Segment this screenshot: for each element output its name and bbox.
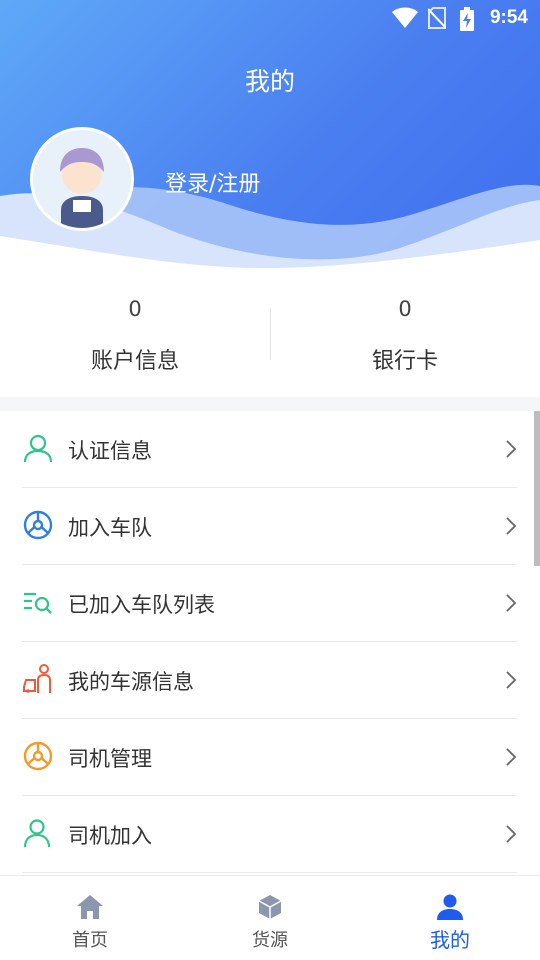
menu-item-driver-join[interactable]: 司机加入: [22, 796, 517, 873]
no-sim-icon: [428, 7, 446, 29]
menu-item-label: 认证信息: [68, 439, 152, 463]
login-register-link[interactable]: 登录/注册: [165, 166, 260, 198]
status-time: 9:54: [489, 7, 528, 28]
menu-item-label: 司机加入: [68, 824, 152, 848]
bank-card-value: 0: [398, 297, 412, 321]
bottom-tab-bar: 首页 货源 我的: [0, 875, 540, 960]
menu-item-join-fleet[interactable]: 加入车队: [22, 488, 517, 565]
tab-mine-label: 我的: [430, 928, 470, 952]
tab-cargo-source[interactable]: 货源: [180, 876, 360, 960]
list-search-icon: [24, 592, 52, 614]
user-verify-icon: [23, 434, 53, 463]
chevron-right-icon: [506, 517, 517, 535]
default-avatar-icon: [33, 130, 131, 228]
account-info-value: 0: [128, 297, 142, 321]
tab-mine[interactable]: 我的: [360, 876, 540, 960]
menu-item-label: 我的车源信息: [68, 670, 194, 694]
tab-home-label: 首页: [72, 930, 108, 951]
chevron-right-icon: [506, 748, 517, 766]
menu-item-verification[interactable]: 认证信息: [22, 411, 517, 488]
menu-item-joined-fleets[interactable]: 已加入车队列表: [22, 565, 517, 642]
bank-card-label: 银行卡: [371, 349, 438, 374]
package-icon: [258, 895, 282, 919]
steering-wheel-icon: [23, 510, 53, 540]
stats-panel: 0 账户信息 0 银行卡: [0, 270, 540, 397]
chevron-right-icon: [506, 671, 517, 689]
driver-car-icon: [23, 664, 51, 693]
profile-icon: [437, 894, 463, 920]
tab-home[interactable]: 首页: [0, 876, 180, 960]
chevron-right-icon: [506, 825, 517, 843]
bank-card-stat[interactable]: 0 银行卡: [270, 270, 540, 397]
user-add-icon: [23, 819, 51, 848]
menu-item-driver-management[interactable]: 司机管理: [22, 719, 517, 796]
page-title: 我的: [244, 67, 295, 96]
status-bar: 9:54: [0, 0, 540, 36]
avatar[interactable]: [30, 127, 134, 231]
menu-item-label: 司机管理: [68, 747, 152, 771]
chevron-right-icon: [506, 440, 517, 458]
wifi-icon: [392, 7, 418, 28]
steering-wheel-icon: [23, 741, 53, 771]
menu-item-label: 加入车队: [68, 516, 152, 540]
menu-scrollbar[interactable]: [534, 411, 540, 566]
battery-charging-icon: [460, 7, 474, 31]
menu-list: 认证信息 加入车队 已加入车队列表 我的车源信息 司机管理 司机加入: [0, 411, 540, 875]
account-info-label: 账户信息: [90, 349, 179, 374]
account-info-stat[interactable]: 0 账户信息: [0, 270, 270, 397]
menu-item-label: 已加入车队列表: [68, 593, 215, 617]
tab-cargo-source-label: 货源: [252, 930, 288, 951]
menu-item-my-vehicle-info[interactable]: 我的车源信息: [22, 642, 517, 719]
home-icon: [77, 895, 103, 919]
chevron-right-icon: [506, 594, 517, 612]
